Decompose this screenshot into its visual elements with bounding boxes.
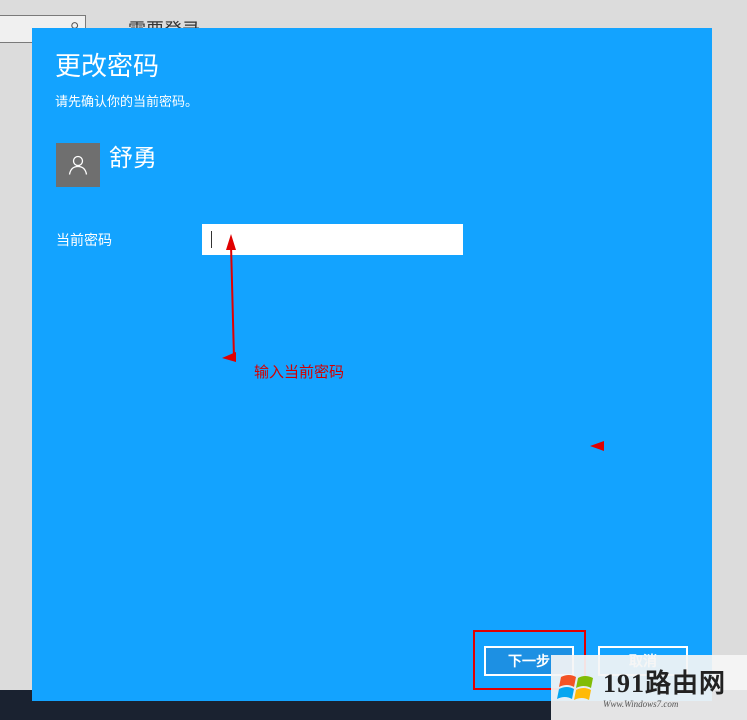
watermark-text: 191路由网 bbox=[603, 669, 727, 698]
watermark-url: Www.Windows7.com bbox=[603, 699, 679, 709]
watermark: 191路由网 Www.Windows7.com bbox=[551, 655, 747, 720]
windows-logo-icon bbox=[557, 675, 593, 700]
annotation-arrow-line bbox=[230, 244, 235, 359]
annotation-arrow-head bbox=[226, 234, 236, 250]
annotation-arrow-tail bbox=[222, 352, 236, 362]
stray-arrow-marker bbox=[590, 441, 604, 451]
annotation-arrows bbox=[222, 234, 604, 451]
